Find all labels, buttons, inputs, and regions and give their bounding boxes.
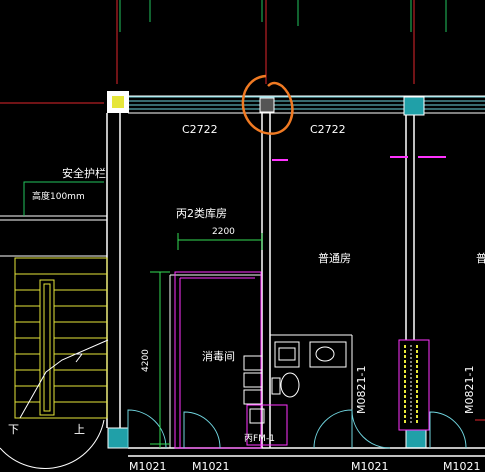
column-right: [403, 96, 425, 116]
label-safety-rail: 安全护栏: [62, 166, 106, 180]
label-window-left: C2722: [182, 123, 218, 136]
column-corner-inner: [112, 96, 124, 108]
label-warehouse: 丙2类库房: [176, 206, 227, 220]
label-stair-up: 上: [74, 423, 85, 436]
label-door-bottom-1: M1021: [129, 460, 167, 472]
column-bottom-right: [405, 429, 427, 449]
label-rail-height: 高度100mm: [32, 190, 85, 202]
label-ordinary-room: 普通房: [318, 251, 351, 265]
label-stair-down: 下: [8, 423, 19, 436]
label-dim-horizontal: 2200: [212, 227, 235, 237]
label-door-bottom-3: M1021: [351, 460, 389, 472]
label-disinfection: 消毒间: [202, 349, 235, 363]
label-ordinary-room-cut: 普: [476, 251, 485, 265]
label-door-side-2: M0821-1: [463, 366, 476, 414]
label-window-right: C2722: [310, 123, 346, 136]
label-door-fm: 丙FM-1: [244, 433, 275, 444]
label-door-side-1: M0821-1: [355, 366, 368, 414]
cad-floor-plan-canvas: C2722 C2722 安全护栏 高度100mm 丙2类库房 2200 4200…: [0, 0, 485, 472]
column-bottom-left: [107, 427, 129, 449]
label-door-bottom-4: M1021: [443, 460, 481, 472]
background: [0, 0, 485, 472]
column-middle: [259, 97, 275, 113]
stair-handrail: [39, 279, 55, 416]
label-dim-vertical: 4200: [141, 349, 151, 372]
label-door-bottom-2: M1021: [192, 460, 230, 472]
